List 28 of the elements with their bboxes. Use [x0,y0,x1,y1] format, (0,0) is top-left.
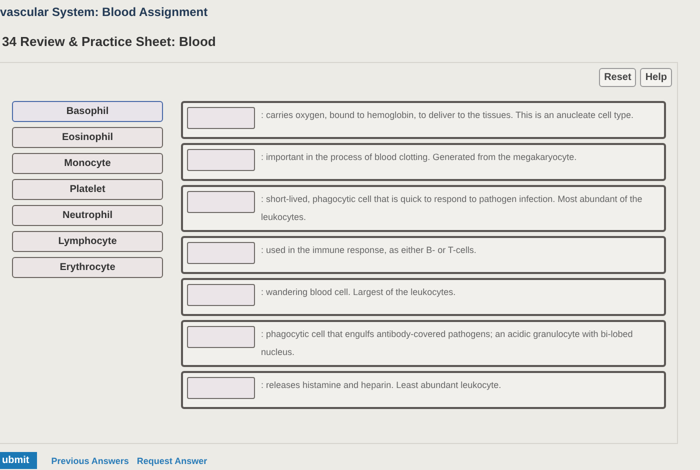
answer-label[interactable]: Erythrocyte [12,257,163,278]
answer-label[interactable]: Monocyte [12,153,163,174]
drop-field[interactable] [187,191,255,213]
description-text: : used in the immune response, as either B- or T-cells. [261,245,476,255]
description-text: : releases histamine and heparin. Least abundant leukocyte. [261,380,502,390]
sheet-title: 34 Review & Practice Sheet: Blood [1,33,217,51]
answer-label[interactable]: Basophil [12,101,163,122]
description-text: : phagocytic cell that engulfs antibody-covered pathogens; an acidic granulocyte with bi-lobed nucleus. [261,329,633,357]
submit-button[interactable]: ubmit [0,452,38,469]
answer-label[interactable]: Lymphocyte [12,231,163,252]
description-text: : short-lived, phagocytic cell that is quick to respond to pathogen infection. Most abundant of the leukocytes. [261,194,642,222]
footer-link[interactable]: Previous Answers [51,456,129,466]
drop-field[interactable] [187,326,255,348]
description-text: : carries oxygen, bound to hemoglobin, to deliver to the tissues. This is an anucleate cell type. [261,110,634,120]
toolbar-button[interactable]: Reset [599,68,636,87]
drop-field[interactable] [187,149,255,171]
description-text: : wandering blood cell. Largest of the leukocytes. [261,287,456,297]
drop-field[interactable] [187,377,255,399]
answer-label[interactable]: Neutrophil [12,205,163,226]
toolbar-button[interactable]: Help [640,68,672,87]
answer-label[interactable]: Platelet [12,179,163,200]
description-text: : important in the process of blood clotting. Generated from the megakaryocyte. [261,152,577,162]
drop-field[interactable] [187,284,255,306]
answer-label[interactable]: Eosinophil [12,127,163,148]
drop-field[interactable] [187,242,255,264]
assignment-title: vascular System: Blood Assignment [0,4,209,21]
drop-field[interactable] [187,107,255,129]
footer-link[interactable]: Request Answer [136,456,208,466]
